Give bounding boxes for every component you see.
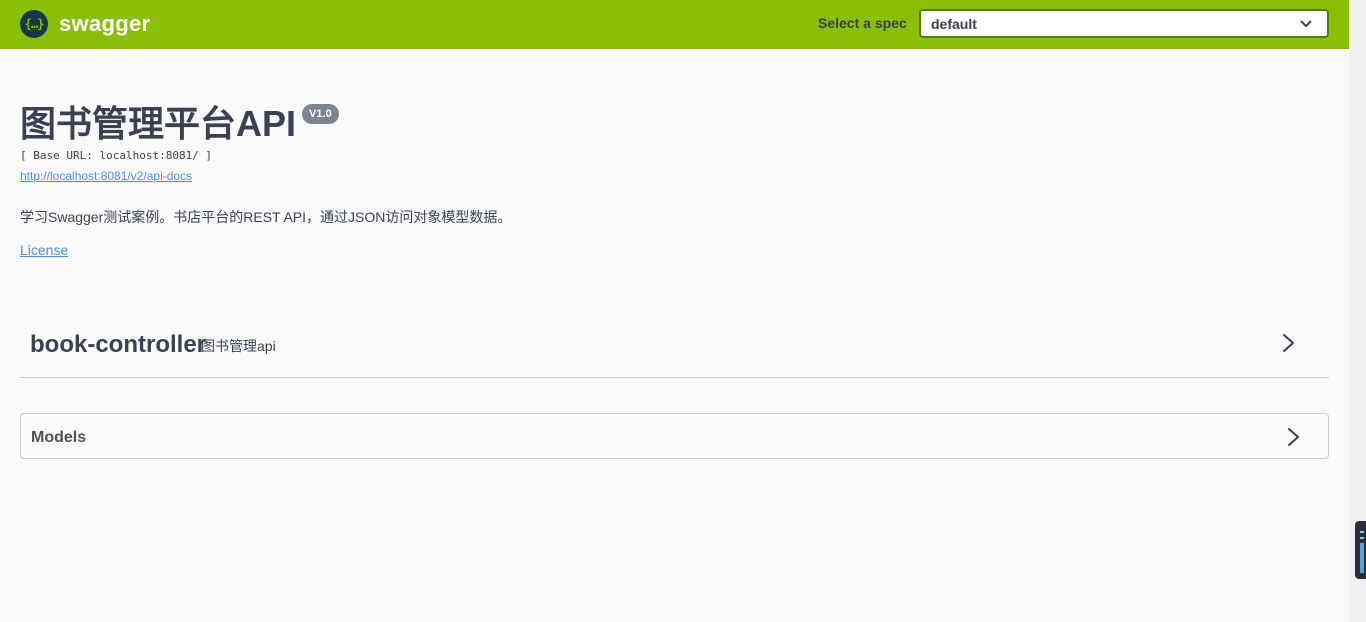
spec-label: Select a spec (818, 15, 907, 31)
chevron-right-icon[interactable] (1284, 426, 1304, 448)
swagger-logo-icon: {…} (20, 10, 48, 38)
chevron-down-icon (1300, 20, 1312, 27)
chevron-right-icon[interactable] (1279, 332, 1299, 354)
swagger-logo[interactable]: {…} swagger (20, 9, 150, 39)
api-docs-link[interactable]: http://localhost:8081/v2/api-docs (20, 169, 192, 183)
license-link[interactable]: License (20, 242, 68, 258)
api-description: 学习Swagger测试案例。书店平台的REST API，通过JSON访问对象模型… (20, 209, 512, 225)
tag-name: book-controller (30, 331, 207, 358)
models-section[interactable]: Models (20, 413, 1329, 459)
version-badge: V1.0 (302, 104, 339, 124)
page-title: 图书管理平台API (20, 103, 297, 144)
scrollbar-thumb[interactable] (1355, 521, 1366, 579)
models-title: Models (31, 429, 87, 446)
spec-select[interactable]: default (919, 9, 1329, 38)
topbar: {…} swagger Select a spec default (0, 0, 1349, 49)
api-title-row: 图书管理平台API V1.0 (20, 102, 339, 146)
logo-text: swagger (59, 11, 151, 36)
base-url: [ Base URL: localhost:8081/ ] (20, 149, 213, 162)
tag-section-book-controller[interactable]: book-controller 图书管理api (20, 318, 1329, 378)
tag-description: 图书管理api (201, 338, 276, 354)
spec-selected-value: default (931, 16, 977, 32)
